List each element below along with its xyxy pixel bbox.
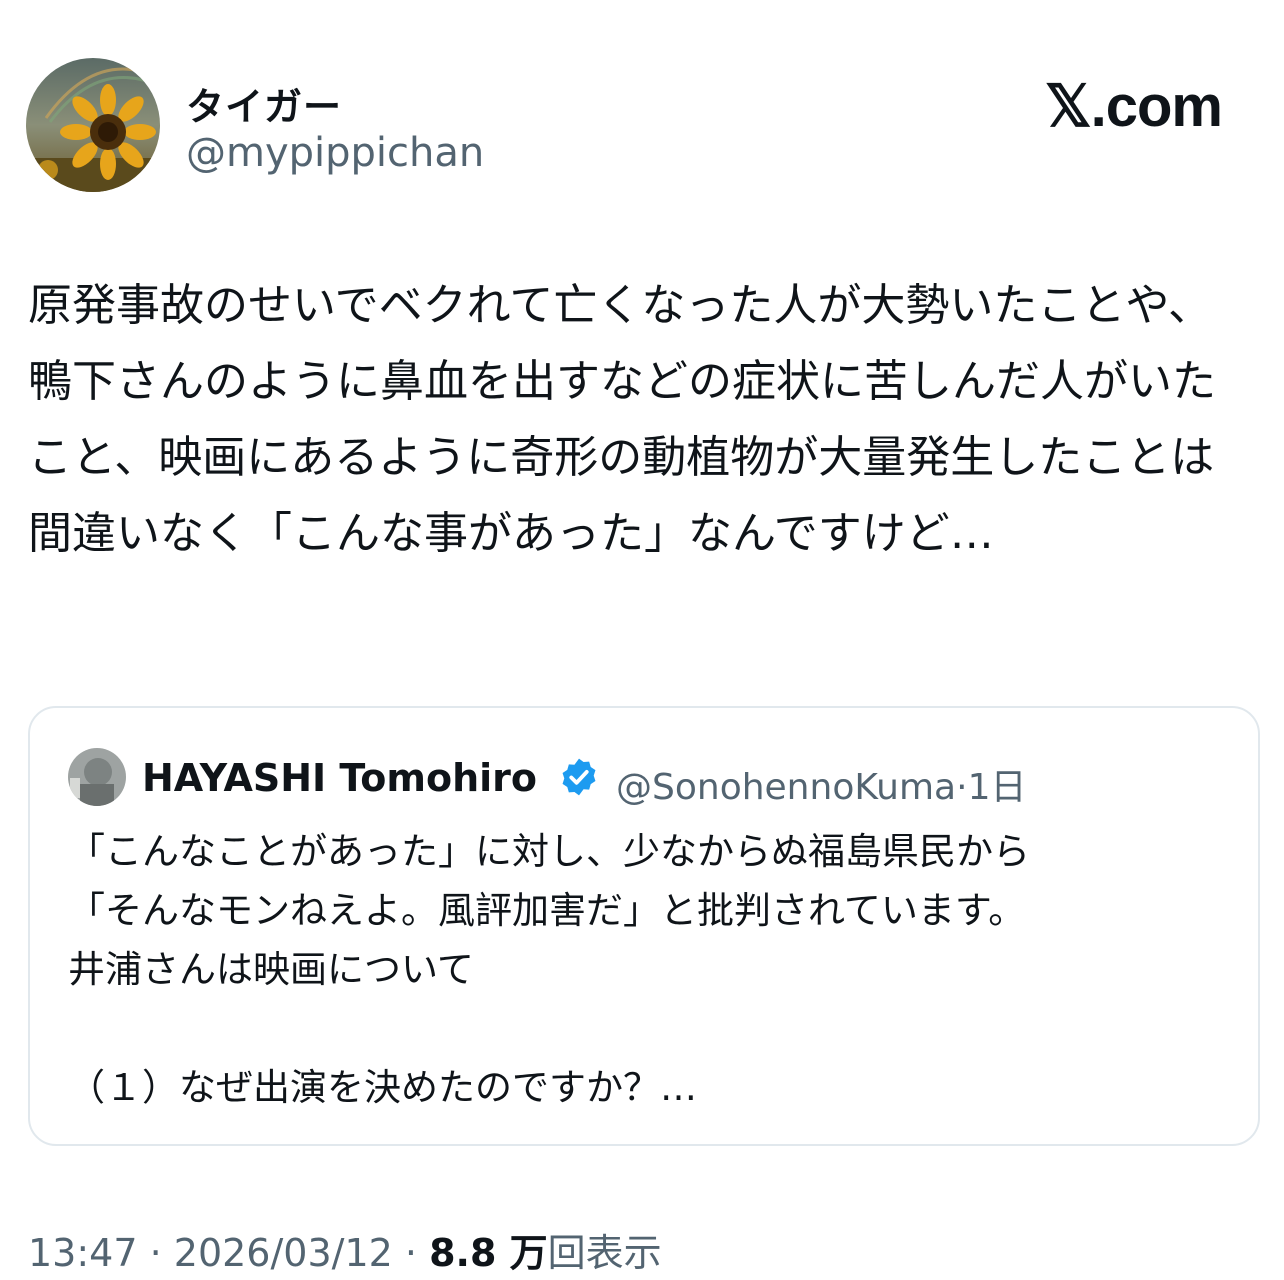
author-name[interactable]: タイガー (186, 76, 342, 131)
verified-badge-icon (558, 756, 600, 798)
tweet-time[interactable]: 13:47 (28, 1231, 138, 1275)
quoted-tweet-text: 「こんなことがあった」に対し、少なからぬ福島県民から 「そんなモンねえよ。風評加… (68, 830, 1030, 1109)
quoted-timestamp: 1日 (967, 767, 1027, 808)
quoted-author-name: HAYASHI Tomohiro (142, 756, 538, 800)
sunflower-avatar-icon[interactable] (26, 58, 160, 192)
separator-dot: · (956, 767, 968, 808)
post-text: 原発事故のせいでベクれて亡くなった人が大勢いたことや、鴨下さんのように鼻血を出す… (28, 280, 1216, 559)
separator-dot: · (404, 1231, 430, 1275)
x-logo: 𝕏.com (1044, 74, 1223, 139)
tweet-header: タイガー @mypippichan 𝕏.com (26, 58, 1226, 194)
separator-dot: · (149, 1231, 174, 1275)
quoted-author-avatar-icon (68, 748, 126, 806)
quoted-tweet-header: HAYASHI Tomohiro @SonohennoKuma·1日 (68, 744, 1228, 808)
tweet-date[interactable]: 2026/03/12 (174, 1231, 393, 1275)
quoted-tweet-card[interactable]: HAYASHI Tomohiro @SonohennoKuma·1日 「こんなこ… (28, 706, 1260, 1146)
quoted-handle-text: @SonohennoKuma (616, 767, 957, 808)
views-label: 回表示 (547, 1231, 662, 1275)
tweet-meta: 13:47 · 2026/03/12 · 8.8 万回表示 (28, 1222, 662, 1277)
quoted-author-handle: @SonohennoKuma·1日 (616, 758, 1026, 810)
views-count: 8.8 万 (429, 1231, 548, 1275)
author-handle[interactable]: @mypippichan (186, 130, 484, 176)
